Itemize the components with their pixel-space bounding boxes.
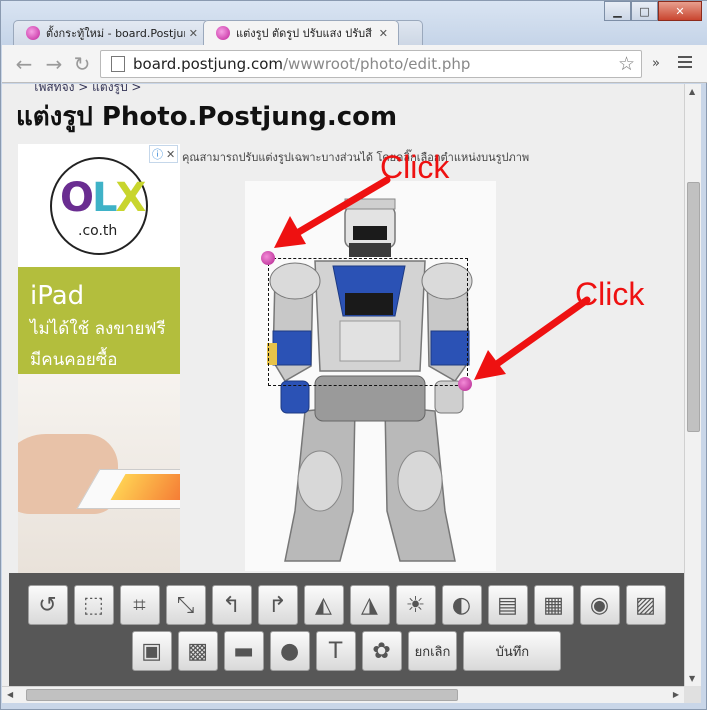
undo-icon[interactable]: ↰ <box>211 585 252 625</box>
brightness-icon[interactable]: ☀ <box>395 585 436 625</box>
grayscale-icon[interactable]: ▨ <box>625 585 666 625</box>
selection-rectangle[interactable] <box>268 258 468 386</box>
scrollbar-corner <box>684 686 701 703</box>
redo-icon[interactable]: ↱ <box>257 585 298 625</box>
url-host: board.postjung.com <box>133 55 283 73</box>
select-rect-icon[interactable]: ⬚ <box>73 585 114 625</box>
tab-strip: ตั้งกระทู้ใหม่ - board.Postjur ✕ แต่งรูป… <box>13 20 423 45</box>
cancel-button[interactable]: ยกเลิก <box>407 631 458 671</box>
tab-label: แต่งรูป ตัดรูป ปรับแสง ปรับสี ทํ <box>236 27 375 40</box>
tab-close-icon[interactable]: ✕ <box>189 27 198 40</box>
browser-window: ▁ □ ✕ ตั้งกระทู้ใหม่ - board.Postjur ✕ แ… <box>0 0 707 710</box>
save-button[interactable]: บันทึก <box>463 631 562 671</box>
postjung-favicon-icon <box>216 26 230 40</box>
hamburger-menu-icon[interactable] <box>678 56 692 71</box>
instruction-text: คุณสามารถปรับแต่งรูปเฉพาะบางส่วนได้ โดยค… <box>182 151 530 164</box>
ad-headline: iPad <box>30 281 85 311</box>
flip-horizontal-icon[interactable]: ◭ <box>303 585 344 625</box>
page-viewport: โพสท์จัง > แต่งรูป > แต่งรูป Photo.Postj… <box>2 84 684 686</box>
brand-l: L <box>92 174 117 221</box>
brand-x: X <box>115 174 147 221</box>
scroll-down-icon[interactable]: ▼ <box>689 674 695 683</box>
image-effect-icon[interactable]: ▣ <box>131 631 172 671</box>
click-annotation-top: Click <box>380 149 450 185</box>
back-arrow-icon[interactable]: ← <box>12 52 36 76</box>
tab-photo-edit[interactable]: แต่งรูป ตัดรูป ปรับแสง ปรับสี ทํ ✕ <box>203 20 399 45</box>
scroll-up-icon[interactable]: ▲ <box>689 87 695 96</box>
olx-advertisement[interactable]: OLX .co.th iPad ไม่ได้ใช้ ลงขายฟรี มีคนค… <box>18 144 180 574</box>
rgb-color-icon[interactable]: ▤ <box>487 585 528 625</box>
olx-logo-icon: OLX .co.th <box>50 156 148 255</box>
postjung-favicon-icon <box>26 26 40 40</box>
ad-photo-hand-tablet <box>18 374 180 574</box>
ad-text-panel: iPad ไม่ได้ใช้ ลงขายฟรี มีคนคอยซื้อ <box>18 267 180 374</box>
browser-toolbar: ← → ↻ board.postjung.com/wwwroot/photo/e… <box>2 45 707 83</box>
adchoices-badge[interactable]: ⓘ ✕ <box>149 145 179 163</box>
address-bar[interactable]: board.postjung.com/wwwroot/photo/edit.ph… <box>100 50 642 78</box>
maximize-button[interactable]: □ <box>631 1 658 21</box>
url-path: /wwwroot/photo/edit.php <box>283 55 471 73</box>
sticker-flower-icon[interactable]: ✿ <box>361 631 402 671</box>
reload-icon[interactable]: ↻ <box>70 52 94 76</box>
blur-icon[interactable]: ● <box>269 631 310 671</box>
selection-handle-bottom-right[interactable] <box>458 377 472 391</box>
minimize-button[interactable]: ▁ <box>604 1 631 21</box>
crop-icon[interactable]: ⌗ <box>119 585 160 625</box>
color-wheel-icon[interactable]: ◉ <box>579 585 620 625</box>
contrast-icon[interactable]: ◐ <box>441 585 482 625</box>
page-icon <box>111 56 125 72</box>
tool-row-primary: ↺ ⬚ ⌗ ⤡ ↰ ↱ ◭ ◮ ☀ ◐ ▤ ▦ ◉ ▨ <box>9 585 684 625</box>
pixelate-icon[interactable]: ▩ <box>177 631 218 671</box>
vertical-scrollbar[interactable]: ▲ ▼ <box>684 84 701 686</box>
ad-close-icon[interactable]: ✕ <box>166 148 175 161</box>
bookmark-star-icon[interactable]: ☆ <box>618 53 635 75</box>
resize-icon[interactable]: ⤡ <box>165 585 206 625</box>
page-title: แต่งรูป Photo.Postjung.com <box>16 102 398 132</box>
adchoices-info-icon[interactable]: ⓘ <box>152 148 163 161</box>
censor-bar-icon[interactable]: ▬ <box>223 631 264 671</box>
title-bar: ▁ □ ✕ ตั้งกระทู้ใหม่ - board.Postjur ✕ แ… <box>1 1 707 45</box>
olx-brand: OLX <box>60 174 147 221</box>
scroll-right-icon[interactable]: ▶ <box>673 690 679 699</box>
editor-tool-panel: ↺ ⬚ ⌗ ⤡ ↰ ↱ ◭ ◮ ☀ ◐ ▤ ▦ ◉ ▨ ▣ ▩ ▬ ● T ✿ ยกเลิก บันทึก <box>9 573 684 686</box>
ad-line-2: มีคนคอยซื้อ <box>30 350 118 370</box>
ad-line-1: ไม่ได้ใช้ ลงขายฟรี <box>30 319 166 339</box>
click-annotation-right: Click <box>575 276 645 312</box>
tab-close-icon[interactable]: ✕ <box>379 27 388 40</box>
selection-handle-top-left[interactable] <box>261 251 275 265</box>
scroll-left-icon[interactable]: ◀ <box>7 690 13 699</box>
window-controls: ▁ □ ✕ <box>604 1 702 21</box>
url-text[interactable]: board.postjung.com/wwwroot/photo/edit.ph… <box>133 55 618 73</box>
tab-label: ตั้งกระทู้ใหม่ - board.Postjur <box>46 27 185 40</box>
text-tool-icon[interactable]: T <box>315 631 356 671</box>
extensions-overflow-icon[interactable]: » <box>652 56 660 71</box>
horizontal-scroll-thumb[interactable] <box>26 689 458 701</box>
color-levels-icon[interactable]: ▦ <box>533 585 574 625</box>
flip-vertical-icon[interactable]: ◮ <box>349 585 390 625</box>
close-window-button[interactable]: ✕ <box>658 1 702 21</box>
tool-row-secondary: ▣ ▩ ▬ ● T ✿ ยกเลิก บันทึก <box>9 631 684 671</box>
forward-arrow-icon[interactable]: → <box>42 52 66 76</box>
horizontal-scrollbar[interactable]: ◀ ▶ <box>2 686 684 703</box>
rotate-icon[interactable]: ↺ <box>27 585 68 625</box>
vertical-scroll-thumb[interactable] <box>687 182 700 432</box>
tab-new-topic[interactable]: ตั้งกระทู้ใหม่ - board.Postjur ✕ <box>13 20 209 45</box>
brand-o: O <box>60 174 94 221</box>
olx-domain: .co.th <box>78 222 118 239</box>
